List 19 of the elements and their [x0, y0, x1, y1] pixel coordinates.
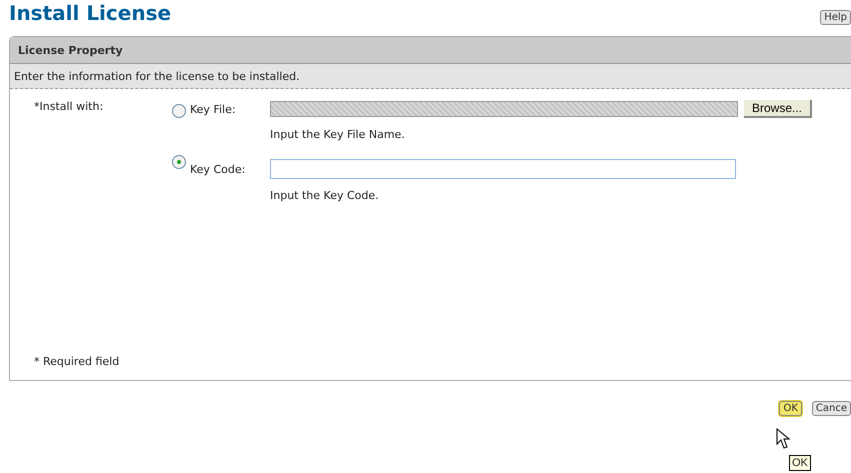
- required-note: * Required field: [34, 355, 120, 368]
- tooltip: OK: [789, 455, 811, 471]
- page-title: Install License: [9, 0, 172, 26]
- hint-text: Input the Key Code.: [270, 188, 380, 202]
- option-label: Key Code:: [190, 162, 246, 176]
- cancel-button[interactable]: Cance: [812, 401, 851, 416]
- key-code-field[interactable]: [270, 159, 736, 179]
- key-file-field[interactable]: [270, 101, 738, 117]
- panel-description: Enter the information for the license to be installed.: [10, 64, 851, 89]
- option-label: Key File:: [190, 102, 237, 116]
- hint-text: Input the Key File Name.: [270, 127, 406, 141]
- install-with-label: *Install with:: [34, 100, 104, 113]
- cursor-icon: [776, 428, 790, 450]
- ok-button[interactable]: OK: [779, 401, 802, 416]
- radio-button[interactable]: [172, 104, 186, 118]
- help-button[interactable]: Help: [820, 10, 851, 25]
- radio-button[interactable]: [172, 155, 186, 169]
- panel-title: License Property: [18, 44, 123, 56]
- browse-button[interactable]: Browse...: [744, 100, 812, 118]
